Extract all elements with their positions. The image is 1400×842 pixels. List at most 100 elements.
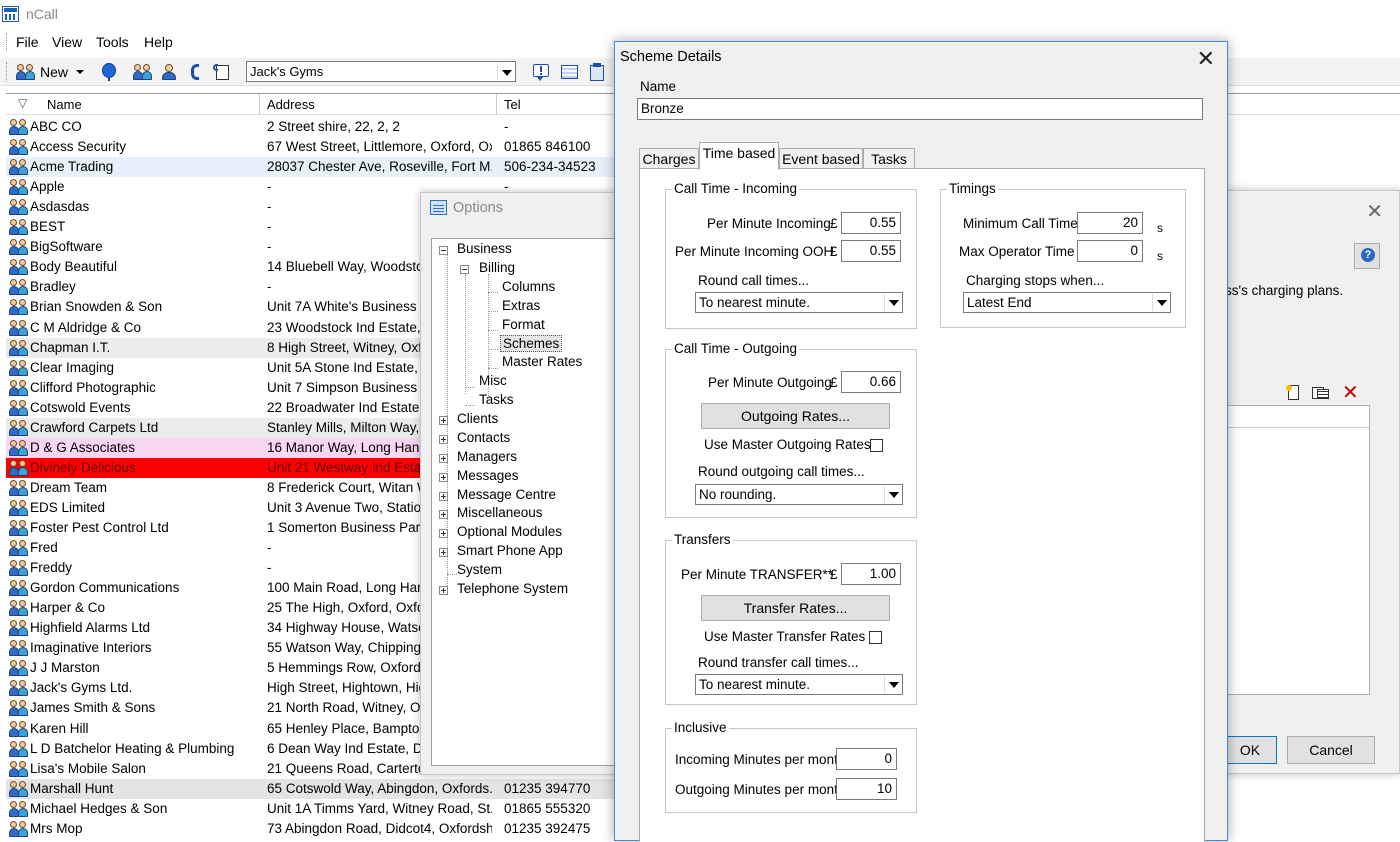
- use-master-outgoing-checkbox[interactable]: [870, 439, 883, 452]
- per-minute-ooh-input[interactable]: 0.55: [841, 240, 901, 262]
- name-input[interactable]: Bronze: [637, 98, 1203, 120]
- column-header-name[interactable]: Name: [47, 97, 82, 112]
- contact-icon[interactable]: [160, 63, 178, 81]
- use-master-transfer-checkbox[interactable]: [869, 631, 882, 644]
- tree-node-smart-phone-app[interactable]: Smart Phone App: [457, 543, 563, 558]
- incoming-minutes-input[interactable]: 0: [836, 748, 897, 770]
- tab-tasks[interactable]: Tasks: [863, 148, 915, 169]
- tree-node-extras[interactable]: Extras: [502, 298, 540, 313]
- client-selector-arrow-icon[interactable]: [497, 63, 514, 80]
- client-selector[interactable]: Jack's Gyms: [246, 61, 516, 82]
- clients-icon[interactable]: [133, 63, 153, 81]
- max-operator-time-input[interactable]: 0: [1077, 240, 1143, 262]
- per-minute-transfer-input[interactable]: 1.00: [841, 563, 901, 585]
- chevron-down-icon[interactable]: [1152, 294, 1169, 311]
- transfer-rates-button[interactable]: Transfer Rates...: [701, 595, 890, 621]
- client-name: Clear Imaging: [30, 359, 115, 375]
- expand-icon[interactable]: [439, 416, 448, 425]
- balloon-icon[interactable]: [100, 63, 118, 81]
- table-row[interactable]: ABC CO 2 Street shire, 22, 2, 2 -: [6, 117, 626, 137]
- tree-node-message-centre[interactable]: Message Centre: [457, 487, 556, 502]
- table-row[interactable]: Acme Trading 28037 Chester Ave, Roseville…: [6, 157, 626, 178]
- expand-icon[interactable]: [439, 473, 448, 482]
- tree-node-managers[interactable]: Managers: [457, 449, 517, 464]
- per-minute-incoming-input[interactable]: 0.55: [841, 212, 901, 234]
- round-call-times-label: Round call times...: [698, 273, 810, 288]
- expand-icon[interactable]: [439, 510, 448, 519]
- client-icon: [9, 800, 29, 818]
- tree-node-system[interactable]: System: [457, 562, 502, 577]
- outgoing-rates-button[interactable]: Outgoing Rates...: [701, 403, 890, 429]
- close-icon[interactable]: ✕: [1197, 46, 1215, 72]
- ok-button[interactable]: OK: [1223, 736, 1277, 764]
- table-row[interactable]: Marshall Hunt 65 Cotswold Way, Abingdon, …: [6, 778, 626, 799]
- chevron-down-icon[interactable]: [884, 294, 901, 311]
- new-button[interactable]: New: [14, 61, 88, 83]
- edit-document-icon[interactable]: [1312, 385, 1330, 401]
- round-call-times-select[interactable]: To nearest minute.: [695, 292, 903, 313]
- toolbar-grip: [6, 62, 9, 82]
- tree-node-telephone-system[interactable]: Telephone System: [457, 581, 568, 596]
- tree-node-columns[interactable]: Columns: [502, 279, 555, 294]
- column-separator[interactable]: [496, 94, 497, 115]
- expand-icon[interactable]: [439, 548, 448, 557]
- tree-node-optional-modules[interactable]: Optional Modules: [457, 524, 562, 539]
- tree-node-format[interactable]: Format: [502, 317, 545, 332]
- column-header-address[interactable]: Address: [267, 97, 315, 112]
- tree-node-misc[interactable]: Misc: [479, 373, 507, 388]
- table-row[interactable]: Access Security 67 West Street, Littlemor…: [6, 137, 626, 157]
- incoming-group: Call Time - Incoming Per Minute Incoming…: [665, 181, 917, 329]
- collapse-icon[interactable]: [460, 265, 469, 274]
- tab-charges[interactable]: Charges: [639, 148, 699, 169]
- options-tree[interactable]: Business Billing Columns Extras Format S…: [431, 238, 621, 766]
- round-outgoing-select[interactable]: No rounding.: [695, 484, 903, 505]
- table-row[interactable]: Mrs Mop 73 Abingdon Road, Didcot4, Oxford…: [6, 819, 626, 839]
- delete-icon[interactable]: ✕: [1342, 380, 1359, 405]
- expand-icon[interactable]: [439, 454, 448, 463]
- help-icon[interactable]: [1354, 243, 1380, 269]
- menu-file[interactable]: File: [16, 34, 39, 50]
- per-minute-outgoing-input[interactable]: 0.66: [841, 371, 901, 393]
- expand-icon[interactable]: [439, 586, 448, 595]
- client-icon: [9, 459, 29, 477]
- min-call-time-input[interactable]: 20: [1077, 212, 1143, 234]
- collapse-icon[interactable]: [439, 246, 448, 255]
- tree-node-messages[interactable]: Messages: [457, 468, 519, 483]
- alert-message-icon[interactable]: [532, 63, 550, 81]
- clipboard-icon[interactable]: [588, 63, 606, 81]
- tree-node-clients[interactable]: Clients: [457, 411, 498, 426]
- list-view-icon[interactable]: [560, 63, 578, 81]
- plans-list[interactable]: [1225, 405, 1370, 695]
- outgoing-minutes-input[interactable]: 10: [836, 778, 897, 800]
- expand-icon[interactable]: [439, 435, 448, 444]
- cancel-button[interactable]: Cancel: [1287, 736, 1375, 764]
- chevron-down-icon[interactable]: [884, 676, 901, 693]
- sort-filter-icon[interactable]: ▽: [18, 96, 27, 110]
- tree-node-tasks[interactable]: Tasks: [479, 392, 514, 407]
- expand-icon[interactable]: [439, 529, 448, 538]
- close-icon[interactable]: ✕: [1366, 199, 1383, 224]
- new-document-icon[interactable]: [1286, 385, 1302, 401]
- tree-node-business[interactable]: Business: [457, 241, 512, 256]
- menu-tools[interactable]: Tools: [96, 34, 129, 50]
- menu-view[interactable]: View: [52, 34, 82, 50]
- menu-help[interactable]: Help: [144, 34, 173, 50]
- tree-node-miscellaneous[interactable]: Miscellaneous: [457, 505, 543, 520]
- tree-node-contacts[interactable]: Contacts: [457, 430, 510, 445]
- table-row[interactable]: Michael Hedges & Son Unit 1A Timms Yard, …: [6, 799, 626, 819]
- round-transfer-select[interactable]: To nearest minute.: [695, 674, 903, 695]
- expand-icon[interactable]: [439, 492, 448, 501]
- phone-icon[interactable]: [186, 63, 204, 81]
- tree-node-master-rates[interactable]: Master Rates: [502, 354, 582, 369]
- tree-node-schemes[interactable]: Schemes: [500, 335, 563, 352]
- tree-node-billing[interactable]: Billing: [479, 260, 515, 275]
- phone-book-icon[interactable]: [212, 63, 230, 81]
- charging-stops-select[interactable]: Latest End: [963, 292, 1171, 313]
- column-header-tel[interactable]: Tel: [504, 97, 521, 112]
- tree-line: [465, 387, 475, 388]
- client-icon: [9, 579, 29, 597]
- column-separator[interactable]: [259, 94, 260, 115]
- tab-time-based[interactable]: Time based: [699, 142, 779, 170]
- chevron-down-icon[interactable]: [884, 486, 901, 503]
- tab-event-based[interactable]: Event based: [779, 148, 863, 169]
